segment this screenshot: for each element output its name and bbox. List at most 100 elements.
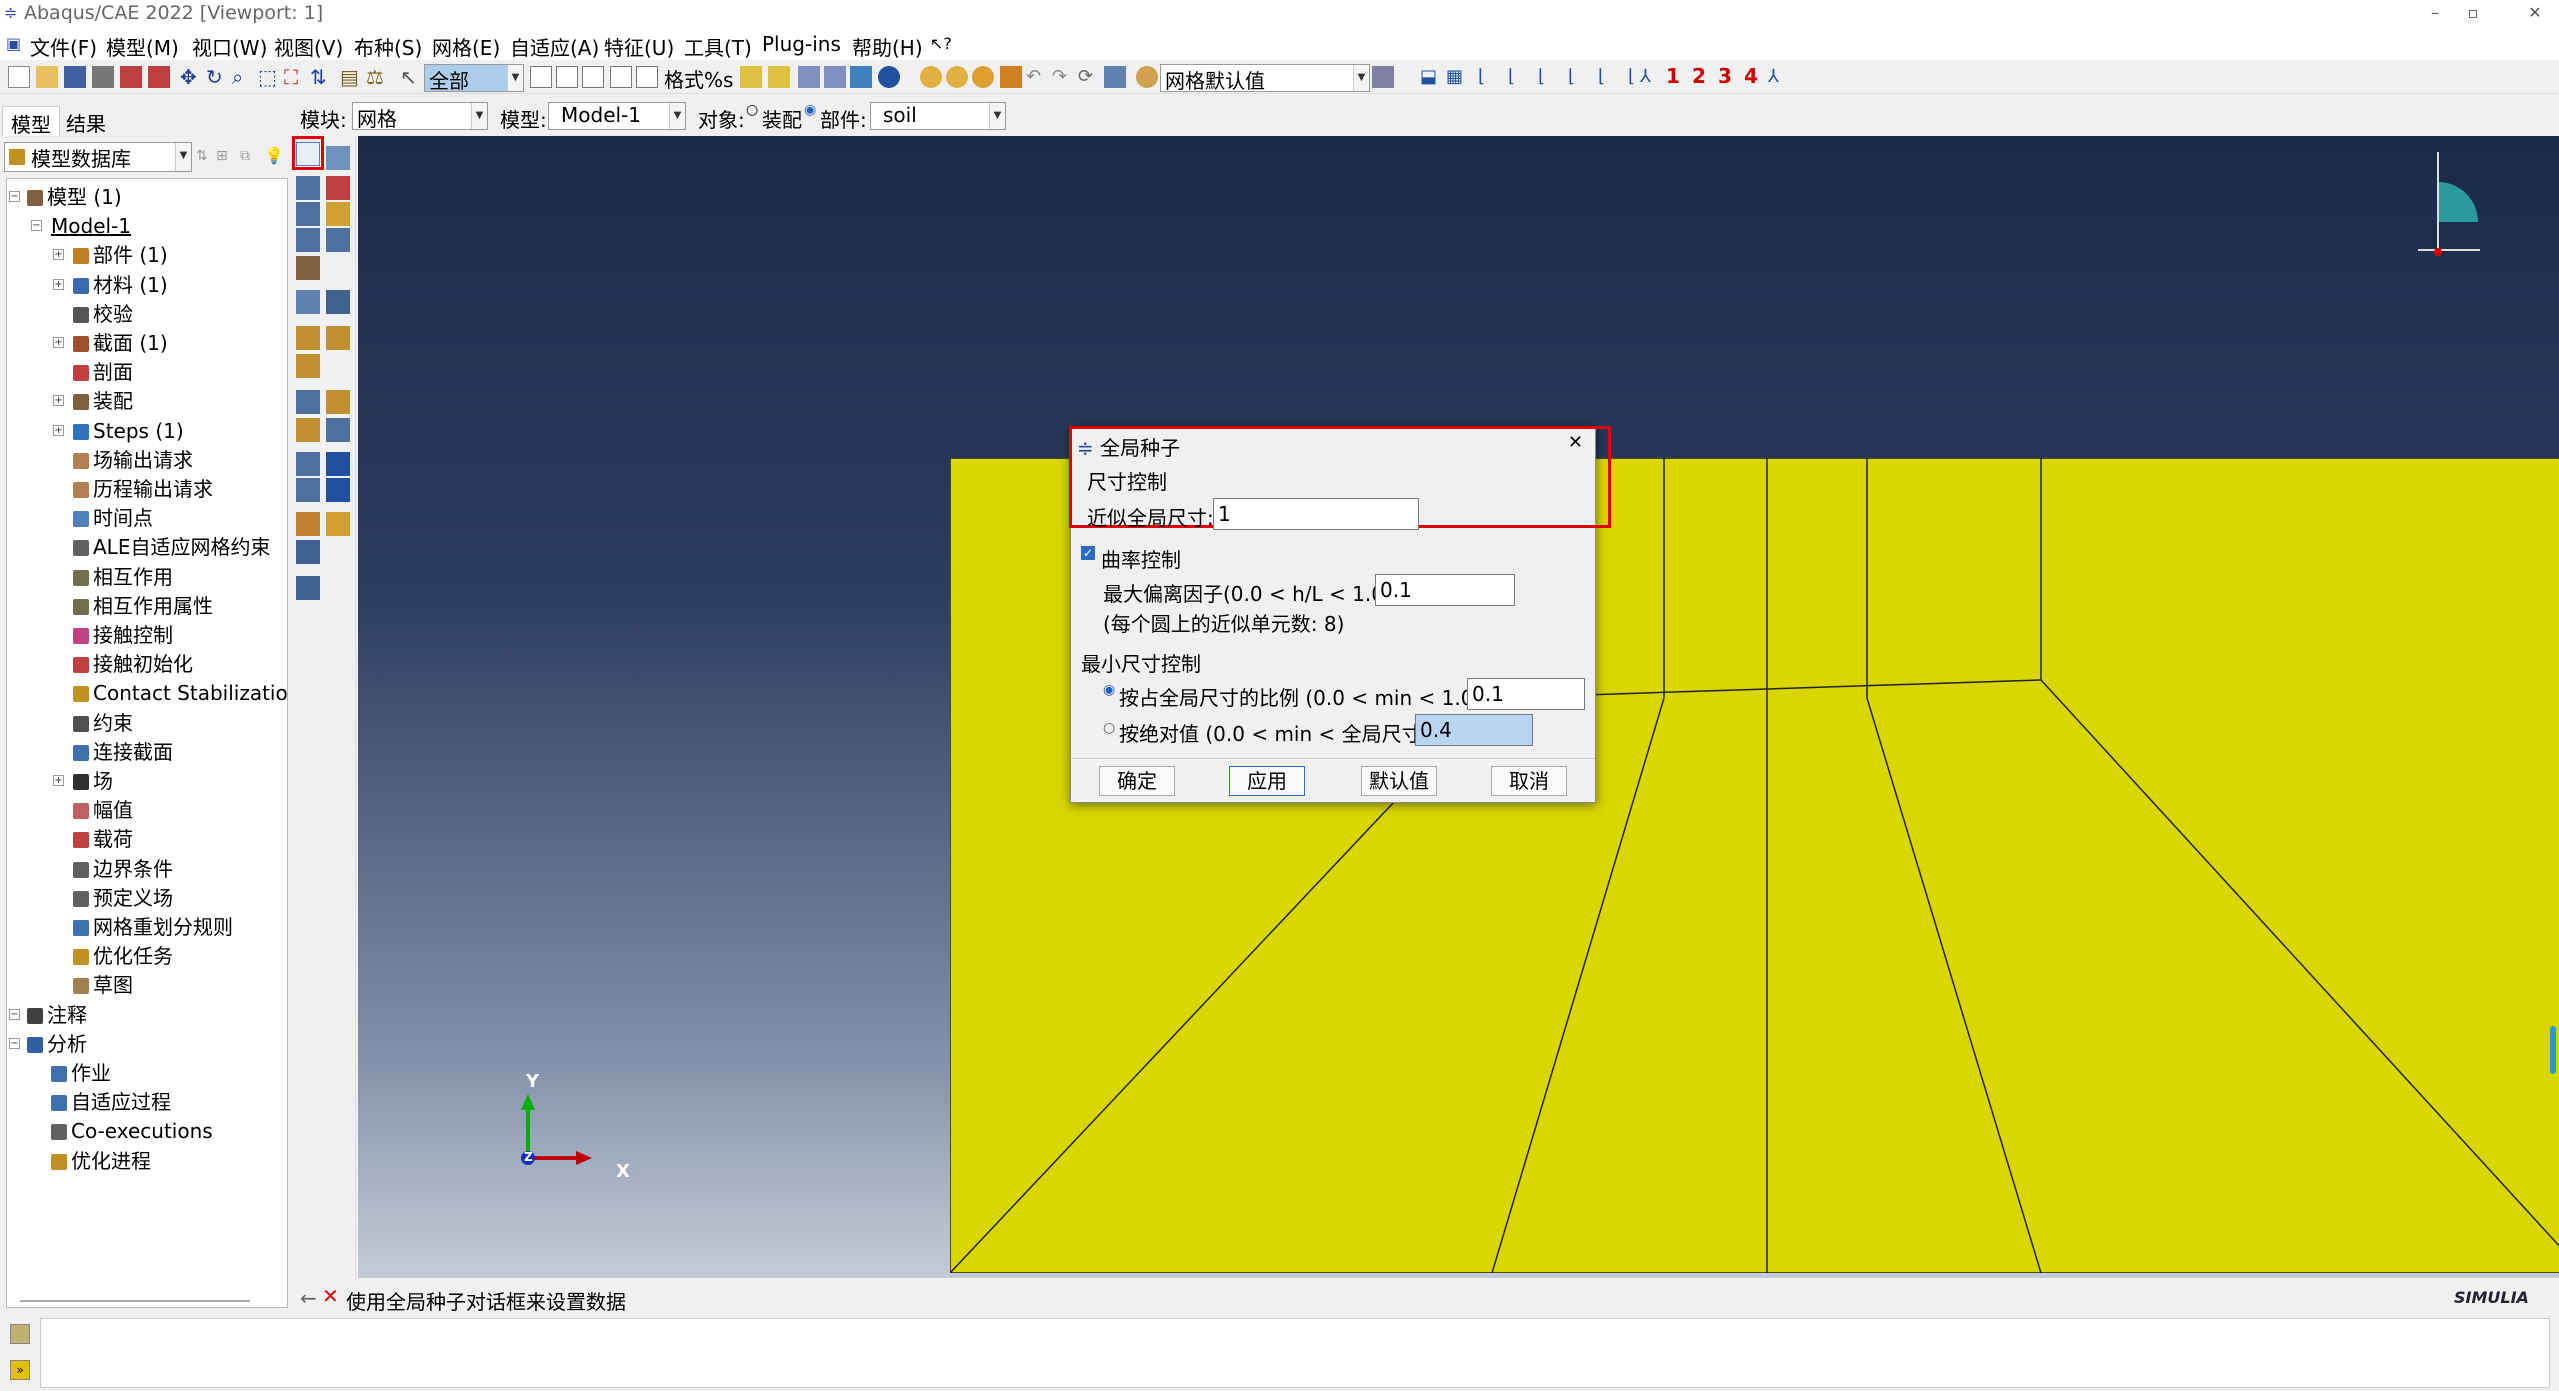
tree-item[interactable]: 预定义场 [73, 884, 173, 912]
tree-item[interactable]: 接触控制 [73, 621, 173, 649]
view-3-button[interactable]: 3 [1718, 64, 1732, 88]
tree-item[interactable]: 优化任务 [73, 942, 173, 970]
max-deviation-input[interactable]: 0.1 [1375, 574, 1515, 606]
by-fraction-input[interactable]: 0.1 [1467, 678, 1585, 710]
cancel-procedure-icon[interactable]: ✕ [322, 1284, 339, 1308]
select-arrow-icon[interactable]: ↖ [400, 66, 422, 88]
view-front-icon[interactable]: ⌊ [1478, 66, 1500, 88]
tree-expand-toggle[interactable]: + [53, 775, 64, 786]
mesh-part-icon[interactable] [296, 228, 320, 252]
cancel-button[interactable]: 取消 [1491, 766, 1567, 796]
curvature-checkbox[interactable]: ✓ [1081, 546, 1095, 560]
tree-item[interactable]: 时间点 [73, 504, 153, 532]
selection-options-icon[interactable] [530, 66, 552, 88]
print-icon[interactable] [92, 66, 114, 88]
tab-results[interactable]: 结果 [58, 106, 114, 136]
combine-faces-icon[interactable] [326, 326, 350, 350]
python-tab-icon[interactable]: » [10, 1360, 30, 1380]
tree-item[interactable]: Co-executions [51, 1117, 213, 1145]
close-window-button[interactable]: ✕ [2520, 0, 2550, 26]
viewport-scroll-handle[interactable] [2550, 1026, 2556, 1074]
view-cycle-icon[interactable]: ⟳ [1078, 66, 1100, 88]
selection-mode-icon[interactable] [556, 66, 578, 88]
tree-expand-toggle[interactable]: − [9, 191, 20, 202]
lightbulb-icon[interactable]: 💡 [264, 146, 284, 165]
tree-expand-toggle[interactable]: − [31, 220, 42, 232]
create-node-icon[interactable] [296, 418, 320, 442]
stack-direction-icon[interactable] [326, 390, 350, 414]
view-cube-icon[interactable] [1418, 142, 1538, 262]
view-1-button[interactable]: 1 [1666, 64, 1680, 88]
format-label[interactable]: 格式%s [664, 64, 733, 93]
menu-tools[interactable]: 工具(T) [684, 32, 752, 61]
drag-select-icon[interactable] [610, 66, 632, 88]
tool-settings-icon[interactable] [296, 576, 320, 600]
verify-mesh-icon[interactable] [326, 228, 350, 252]
message-text-area[interactable] [40, 1318, 2550, 1388]
tree-item[interactable]: Model-1 [51, 212, 131, 240]
delete-edge-seeds-icon[interactable] [326, 176, 350, 200]
by-absolute-input[interactable]: 0.4 [1415, 714, 1533, 746]
panel-splitter[interactable] [20, 1300, 250, 1302]
menu-plugins[interactable]: Plug-ins [762, 32, 841, 56]
view-orientation-icon[interactable] [2418, 142, 2518, 262]
tree-expand-toggle[interactable]: + [53, 424, 64, 436]
tree-expand-toggle[interactable]: − [9, 1037, 20, 1049]
undo-icon[interactable]: ↶ [1026, 66, 1048, 88]
menu-seed[interactable]: 布种(S) [354, 32, 422, 61]
tree-item[interactable]: 连接截面 [73, 738, 173, 766]
magnify-icon[interactable]: ⌕ [232, 66, 254, 88]
swept-mesh-icon[interactable] [326, 478, 350, 502]
view-top-icon[interactable]: ⌊ [1538, 66, 1560, 88]
view-bottom-icon[interactable]: ⌊ [1568, 66, 1590, 88]
tree-item[interactable]: Steps (1) [73, 417, 184, 445]
tree-item[interactable]: 场输出请求 [73, 446, 193, 474]
partition-cell-icon[interactable] [326, 290, 350, 314]
seed-edges-icon[interactable] [296, 176, 320, 200]
filter-icon[interactable]: ⧉ [240, 148, 250, 164]
view-back-icon[interactable]: ⌊ [1508, 66, 1530, 88]
tree-expand-toggle[interactable]: + [53, 395, 64, 407]
tree-item[interactable]: 约束 [73, 709, 133, 737]
tree-item[interactable]: 载荷 [73, 825, 133, 853]
edit-mesh-icon[interactable] [296, 354, 320, 378]
offset-mesh-icon[interactable] [296, 478, 320, 502]
context-help-icon[interactable]: ↖? [930, 34, 952, 53]
menu-model[interactable]: 模型(M) [106, 32, 179, 61]
cycle-icon[interactable]: ⇅ [310, 66, 332, 88]
tab-model[interactable]: 模型 [2, 106, 60, 137]
view-table-icon[interactable]: ▦ [1446, 66, 1468, 88]
view-iso-icon[interactable]: ⬓ [1420, 66, 1442, 88]
tree-item[interactable]: 装配 [73, 387, 133, 415]
query-cursor-icon[interactable] [1000, 66, 1022, 88]
virtual-topology-icon[interactable] [296, 326, 320, 350]
part-display-icon[interactable] [740, 66, 762, 88]
tree-expand-toggle[interactable]: + [53, 249, 64, 261]
mesh-defaults-icon[interactable] [1136, 66, 1158, 88]
new-icon[interactable] [8, 66, 30, 88]
tree-expand-toggle[interactable]: + [53, 337, 64, 348]
info-icon[interactable] [878, 66, 900, 88]
rotate-icon[interactable]: ↻ [206, 66, 228, 88]
mesh-controls-icon[interactable] [296, 202, 320, 226]
partition-face-icon[interactable] [296, 290, 320, 314]
axes-icon[interactable]: ⅄ [1768, 66, 1790, 88]
tree-expand-toggle[interactable]: − [9, 1008, 20, 1020]
tree-item[interactable]: Contact Stabilizations [73, 679, 287, 707]
export-icon[interactable] [148, 66, 170, 88]
assembly-radio[interactable]: ○ [746, 102, 758, 118]
model-database-combo[interactable]: 模型数据库 ▼ [4, 142, 192, 172]
apply-button[interactable]: 应用 [1229, 766, 1305, 796]
tree-item[interactable]: 草图 [73, 971, 133, 999]
tree-item[interactable]: ALE自适应网格约束 [73, 533, 270, 561]
mesh-display-icon[interactable] [798, 66, 820, 88]
perspective-icon[interactable] [850, 66, 872, 88]
import-icon[interactable] [120, 66, 142, 88]
tree-item[interactable]: 模型 (1) [27, 183, 122, 211]
view-left-icon[interactable]: ⌊ [1598, 66, 1620, 88]
delete-seeds-icon[interactable] [326, 146, 350, 170]
tree-item[interactable]: 自适应过程 [51, 1088, 171, 1116]
tree-item[interactable]: 优化进程 [51, 1147, 151, 1175]
view-2-button[interactable]: 2 [1692, 64, 1706, 88]
view-iso2-icon[interactable]: ⅄ [1640, 66, 1662, 88]
